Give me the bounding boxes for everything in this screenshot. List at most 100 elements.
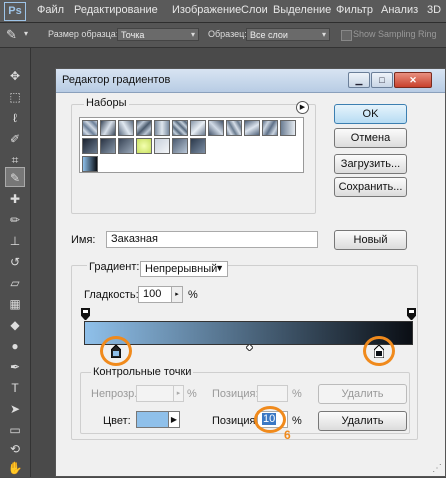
preset-swatch[interactable] bbox=[82, 138, 98, 154]
move-tool-icon[interactable]: ✥ bbox=[5, 66, 25, 86]
presets-label: Наборы bbox=[84, 97, 129, 109]
opacity-position-input bbox=[257, 385, 288, 402]
preset-swatch[interactable] bbox=[208, 120, 224, 136]
color-menu-arrow-icon[interactable]: ▶ bbox=[168, 411, 180, 428]
gradient-preview-bar[interactable] bbox=[84, 321, 413, 345]
marquee-tool-icon[interactable]: ⬚ bbox=[5, 87, 25, 107]
path-select-tool-icon[interactable]: ➤ bbox=[5, 399, 25, 419]
smoothness-label: Гладкость: bbox=[84, 289, 139, 301]
preset-swatch[interactable] bbox=[82, 120, 98, 136]
preset-swatch[interactable] bbox=[82, 156, 98, 172]
dialog-title: Редактор градиентов bbox=[62, 74, 171, 86]
chevron-down-icon[interactable]: ▾ bbox=[24, 29, 28, 38]
eyedropper-preset-icon[interactable]: ✎ bbox=[6, 27, 17, 43]
gradient-type-label: Градиент: bbox=[87, 261, 142, 273]
opacity-slider-arrow-icon: ▸ bbox=[173, 385, 184, 402]
menu-3d[interactable]: 3D bbox=[427, 4, 441, 16]
sample-size-label: Размер образца: bbox=[48, 29, 119, 39]
annotation-circle-position bbox=[254, 406, 286, 433]
3d-rotate-tool-icon[interactable]: ⟲ bbox=[5, 439, 25, 459]
preset-swatch[interactable] bbox=[172, 138, 188, 154]
color-position-unit: % bbox=[292, 415, 302, 427]
menu-select[interactable]: Выделение bbox=[273, 4, 331, 16]
menu-edit[interactable]: Редактирование bbox=[74, 4, 158, 16]
brush-tool-icon[interactable]: ✏ bbox=[5, 210, 25, 230]
sampling-ring-checkbox[interactable] bbox=[341, 30, 352, 41]
preset-swatch[interactable] bbox=[136, 138, 152, 154]
history-brush-tool-icon[interactable]: ↺ bbox=[5, 252, 25, 272]
sample-select[interactable]: Все слои bbox=[246, 28, 330, 41]
load-button[interactable]: Загрузить... bbox=[334, 154, 407, 174]
color-swatch[interactable] bbox=[136, 411, 169, 428]
eyedropper-tool-icon[interactable]: ✎ bbox=[5, 167, 25, 187]
options-bar: ✎ ▾ Размер образца: Точка Образец: Все с… bbox=[0, 23, 446, 48]
preset-swatch[interactable] bbox=[118, 138, 134, 154]
preset-swatch[interactable] bbox=[100, 138, 116, 154]
preset-swatch[interactable] bbox=[280, 120, 296, 136]
close-icon[interactable]: ✕ bbox=[394, 72, 432, 88]
menu-layers[interactable]: Слои bbox=[241, 4, 268, 16]
preset-swatch[interactable] bbox=[154, 138, 170, 154]
gradient-type-value: Непрерывный bbox=[145, 263, 218, 275]
new-button[interactable]: Новый bbox=[334, 230, 407, 250]
smoothness-slider-arrow-icon[interactable]: ▸ bbox=[171, 286, 183, 303]
photoshop-logo: Ps bbox=[4, 2, 26, 21]
healing-tool-icon[interactable]: ✚ bbox=[5, 189, 25, 209]
stops-group-label: Контрольные точки bbox=[91, 366, 194, 378]
preset-swatch[interactable] bbox=[190, 138, 206, 154]
annotation-circle-left-stop bbox=[100, 336, 132, 366]
preset-swatch[interactable] bbox=[226, 120, 242, 136]
opacity-stop-left[interactable] bbox=[81, 308, 90, 320]
opacity-stop-right[interactable] bbox=[407, 308, 416, 320]
menu-bar: Ps Файл Редактирование Изображение Слои … bbox=[0, 0, 446, 23]
color-midpoint-diamond[interactable] bbox=[246, 344, 253, 351]
preset-swatch[interactable] bbox=[244, 120, 260, 136]
preset-swatch[interactable] bbox=[262, 120, 278, 136]
lasso-tool-icon[interactable]: ℓ bbox=[5, 108, 25, 128]
save-button[interactable]: Сохранить... bbox=[334, 177, 407, 197]
dialog-title-bar[interactable]: Редактор градиентов ▁ □ ✕ bbox=[56, 69, 445, 93]
preset-swatch[interactable] bbox=[136, 120, 152, 136]
preset-swatch[interactable] bbox=[100, 120, 116, 136]
blur-tool-icon[interactable]: ◆ bbox=[5, 315, 25, 335]
hand-tool-icon[interactable]: ✋ bbox=[5, 458, 25, 478]
dodge-tool-icon[interactable]: ● bbox=[5, 336, 25, 356]
annotation-step-number: 6 bbox=[284, 428, 291, 442]
eraser-tool-icon[interactable]: ▱ bbox=[5, 273, 25, 293]
menu-analysis[interactable]: Анализ bbox=[381, 4, 418, 16]
chevron-down-icon: ▼ bbox=[215, 263, 224, 273]
gradient-type-select[interactable]: Непрерывный ▼ bbox=[140, 261, 228, 277]
name-label: Имя: bbox=[71, 234, 96, 246]
preset-swatch[interactable] bbox=[118, 120, 134, 136]
opacity-unit: % bbox=[187, 388, 197, 400]
menu-filter[interactable]: Фильтр bbox=[336, 4, 373, 16]
minimize-icon[interactable]: ▁ bbox=[348, 72, 370, 88]
preset-swatch[interactable] bbox=[172, 120, 188, 136]
sample-label: Образец: bbox=[208, 29, 247, 39]
menu-file[interactable]: Файл bbox=[37, 4, 64, 16]
presets-menu-arrow-icon[interactable]: ▶ bbox=[296, 101, 309, 114]
gradient-tool-icon[interactable]: ▦ bbox=[5, 294, 25, 314]
opacity-position-unit: % bbox=[292, 388, 302, 400]
type-tool-icon[interactable]: T bbox=[5, 378, 25, 398]
ok-button[interactable]: OK bbox=[334, 104, 407, 124]
color-delete-button[interactable]: Удалить bbox=[318, 411, 407, 431]
shape-tool-icon[interactable]: ▭ bbox=[5, 420, 25, 440]
tools-panel: ✥ ⬚ ℓ ✐ ⌗ ✎ ✚ ✏ ⊥ ↺ ▱ ▦ ◆ ● ✒ T ➤ ▭ ⟲ ✋ bbox=[0, 48, 31, 477]
preset-swatch[interactable] bbox=[190, 120, 206, 136]
name-input[interactable]: Заказная bbox=[106, 231, 318, 248]
quick-select-tool-icon[interactable]: ✐ bbox=[5, 129, 25, 149]
pen-tool-icon[interactable]: ✒ bbox=[5, 357, 25, 377]
preset-swatch[interactable] bbox=[154, 120, 170, 136]
color-label: Цвет: bbox=[103, 415, 131, 427]
opacity-input bbox=[136, 385, 174, 402]
sample-size-select[interactable]: Точка bbox=[117, 28, 199, 41]
opacity-position-label: Позиция: bbox=[212, 388, 259, 400]
clone-stamp-tool-icon[interactable]: ⊥ bbox=[5, 231, 25, 251]
smoothness-unit: % bbox=[188, 289, 198, 301]
menu-image[interactable]: Изображение bbox=[172, 4, 241, 16]
maximize-icon[interactable]: □ bbox=[371, 72, 393, 88]
smoothness-input[interactable]: 100 bbox=[138, 286, 172, 303]
cancel-button[interactable]: Отмена bbox=[334, 128, 407, 148]
resize-grip-icon[interactable]: ⋰ bbox=[432, 463, 442, 474]
